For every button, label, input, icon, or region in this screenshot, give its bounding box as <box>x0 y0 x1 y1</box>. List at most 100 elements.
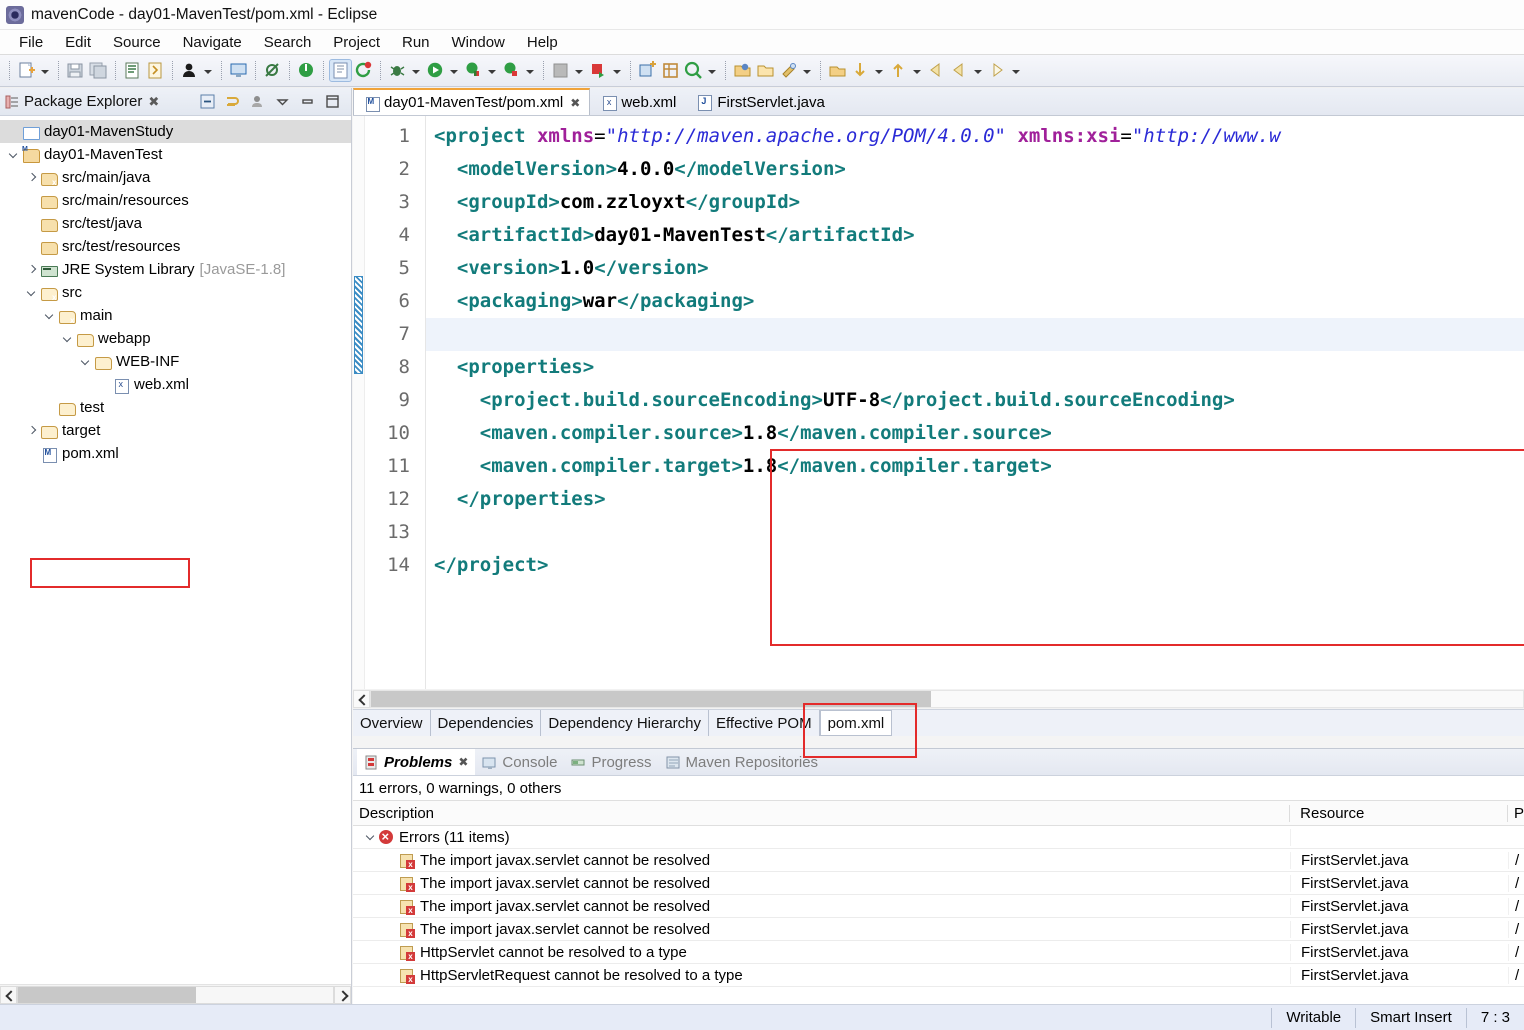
menu-search[interactable]: Search <box>253 32 323 53</box>
tree-item[interactable]: test <box>0 396 351 419</box>
editor-page-tab[interactable]: Overview <box>353 710 431 736</box>
code-text[interactable]: <project xmlns="http://maven.apache.org/… <box>426 116 1524 689</box>
build-icon[interactable] <box>145 60 166 81</box>
code-line[interactable] <box>426 516 1524 549</box>
person-icon[interactable] <box>179 60 200 81</box>
console-icon[interactable] <box>228 60 249 81</box>
tree-item[interactable]: webapp <box>0 327 351 350</box>
problems-view-tab[interactable]: Progress <box>564 749 658 775</box>
editor-page-tab[interactable]: Dependency Hierarchy <box>541 710 709 736</box>
chevron-down-icon[interactable] <box>24 285 40 301</box>
problems-view-tab[interactable]: Console <box>475 749 564 775</box>
prev-annotation-icon[interactable] <box>850 60 871 81</box>
open-task-dropdown-arrow[interactable] <box>800 61 813 81</box>
problems-row[interactable]: The import javax.servlet cannot be resol… <box>353 918 1524 941</box>
tree-item[interactable]: day01-MavenStudy <box>0 120 351 143</box>
editor-page-tab[interactable]: Effective POM <box>709 710 820 736</box>
external-tools-icon[interactable] <box>501 60 522 81</box>
code-line[interactable]: <maven.compiler.source>1.8</maven.compil… <box>426 417 1524 450</box>
focus-icon[interactable] <box>248 92 267 111</box>
scroll-left-icon[interactable] <box>0 985 17 1004</box>
back-dropdown-arrow[interactable] <box>971 61 984 81</box>
problems-view-tab[interactable]: Problems ✖ <box>357 749 476 775</box>
tree-item[interactable]: main <box>0 304 351 327</box>
problems-row[interactable]: HttpServletRequest cannot be resolved to… <box>353 964 1524 987</box>
folding-ruler[interactable] <box>413 116 426 689</box>
open-task-icon[interactable] <box>778 60 799 81</box>
chevron-down-icon[interactable] <box>363 829 379 845</box>
scroll-left-icon[interactable] <box>353 690 370 708</box>
code-line[interactable]: <packaging>war</packaging> <box>426 285 1524 318</box>
menu-source[interactable]: Source <box>102 32 172 53</box>
chevron-down-icon[interactable] <box>6 147 22 163</box>
tree-item[interactable]: day01-MavenTest <box>0 143 351 166</box>
chevron-down-icon[interactable] <box>60 331 76 347</box>
problems-row[interactable]: The import javax.servlet cannot be resol… <box>353 849 1524 872</box>
editor-horizontal-scrollbar[interactable] <box>353 689 1524 709</box>
code-line[interactable]: <project xmlns="http://maven.apache.org/… <box>426 120 1524 153</box>
column-header-path[interactable]: P <box>1508 805 1524 822</box>
skip-breakpoints-icon[interactable] <box>262 60 283 81</box>
code-line[interactable]: <groupId>com.zzloyxt</groupId> <box>426 186 1524 219</box>
code-line[interactable]: <project.build.sourceEncoding>UTF-8</pro… <box>426 384 1524 417</box>
open-folder-icon[interactable] <box>755 60 776 81</box>
code-line[interactable]: <version>1.0</version> <box>426 252 1524 285</box>
server-icon[interactable] <box>550 60 571 81</box>
close-icon[interactable]: ✖ <box>458 755 468 769</box>
menu-edit[interactable]: Edit <box>54 32 102 53</box>
person-dropdown-arrow[interactable] <box>201 61 214 81</box>
code-line[interactable]: </properties> <box>426 483 1524 516</box>
problems-row[interactable]: HttpServlet cannot be resolved to a type… <box>353 941 1524 964</box>
column-header-resource[interactable]: Resource <box>1290 804 1508 822</box>
tree-item[interactable]: src/test/java <box>0 212 351 235</box>
refresh-icon[interactable] <box>353 60 374 81</box>
problems-view-tab[interactable]: Maven Repositories <box>659 749 826 775</box>
menu-help[interactable]: Help <box>516 32 569 53</box>
tree-item[interactable]: pom.xml <box>0 442 351 465</box>
code-line[interactable]: <properties> <box>426 351 1524 384</box>
close-icon[interactable]: ✖ <box>148 94 159 110</box>
problems-group-row[interactable]: Errors (11 items) <box>353 826 1524 849</box>
editor-tab[interactable]: FirstServlet.java <box>686 88 835 115</box>
menu-navigate[interactable]: Navigate <box>172 32 253 53</box>
code-line[interactable]: <artifactId>day01-MavenTest</artifactId> <box>426 219 1524 252</box>
server-dropdown-arrow[interactable] <box>572 61 585 81</box>
menu-window[interactable]: Window <box>441 32 516 53</box>
save-all-icon[interactable] <box>88 60 109 81</box>
maximize-icon[interactable] <box>323 92 342 111</box>
chevron-down-icon[interactable] <box>78 354 94 370</box>
scroll-thumb[interactable] <box>18 986 196 1003</box>
tree-item[interactable]: WEB-INF <box>0 350 351 373</box>
tree-item[interactable]: JRE System Library [JavaSE-1.8] <box>0 258 351 281</box>
forward-dropdown-arrow[interactable] <box>1009 61 1022 81</box>
scroll-thumb[interactable] <box>371 691 931 707</box>
search-dropdown-arrow[interactable] <box>705 61 718 81</box>
search-icon[interactable] <box>683 60 704 81</box>
problems-row[interactable]: The import javax.servlet cannot be resol… <box>353 872 1524 895</box>
link-with-editor-icon[interactable] <box>223 92 242 111</box>
next-annotation-dropdown-arrow[interactable] <box>910 61 923 81</box>
menu-project[interactable]: Project <box>322 32 391 53</box>
coverage-icon[interactable] <box>329 59 352 82</box>
close-icon[interactable]: ✖ <box>570 96 580 110</box>
print-icon[interactable] <box>122 60 143 81</box>
code-line[interactable] <box>426 318 1524 351</box>
run-as-icon[interactable] <box>463 60 484 81</box>
annotation-ruler[interactable] <box>353 116 365 689</box>
chevron-right-icon[interactable] <box>24 423 40 439</box>
view-menu-icon[interactable] <box>273 92 292 111</box>
menu-file[interactable]: File <box>8 32 54 53</box>
debug-dropdown-arrow[interactable] <box>409 61 422 81</box>
new-class-icon[interactable] <box>637 60 658 81</box>
next-annotation-icon[interactable] <box>888 60 909 81</box>
new-package-icon[interactable] <box>660 60 681 81</box>
code-line[interactable]: </project> <box>426 549 1524 582</box>
publish-icon[interactable] <box>588 60 609 81</box>
project-tree[interactable]: day01-MavenStudy day01-MavenTest src/main/… <box>0 116 351 984</box>
save-icon[interactable] <box>65 60 86 81</box>
tree-item[interactable]: src/main/resources <box>0 189 351 212</box>
editor-tab[interactable]: web.xml <box>590 88 686 115</box>
tree-item[interactable]: target <box>0 419 351 442</box>
chevron-right-icon[interactable] <box>24 262 40 278</box>
open-type-icon[interactable] <box>732 60 753 81</box>
